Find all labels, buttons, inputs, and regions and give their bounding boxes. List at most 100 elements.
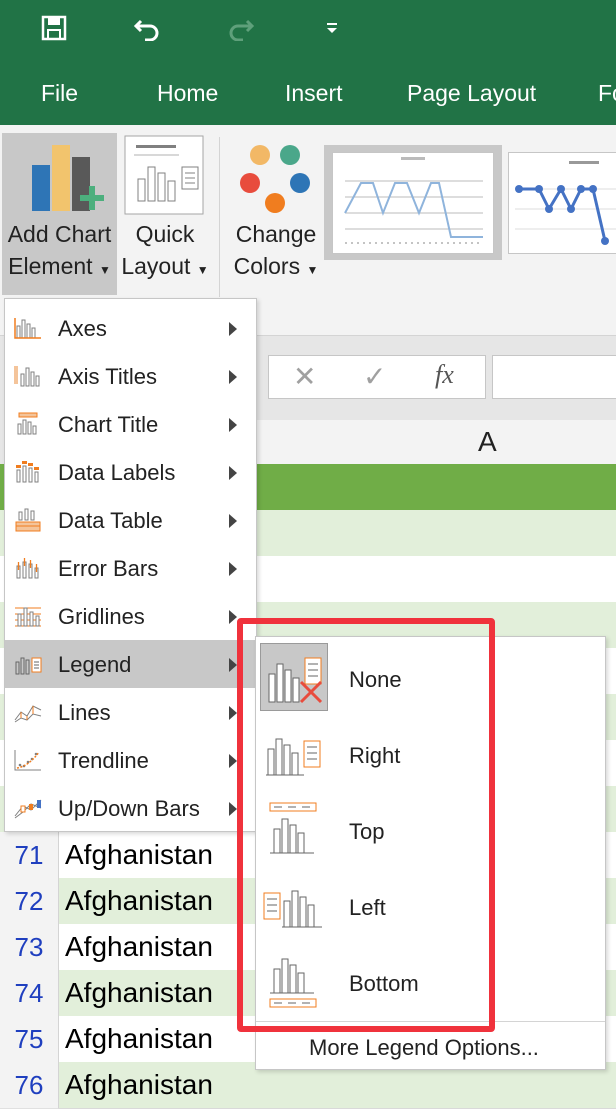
quick-layout-line1: Quick: [135, 221, 195, 247]
change-colors-line2: Colors: [233, 253, 301, 279]
more-legend-options-label: More Legend Options...: [309, 1035, 539, 1060]
formula-input[interactable]: [492, 355, 616, 399]
cancel-icon[interactable]: ✕: [293, 360, 316, 393]
chart-style-2[interactable]: [508, 152, 616, 254]
menu-item-up-down-bars[interactable]: Up/Down Bars: [5, 784, 256, 832]
dropdown-arrow-icon: ▼: [306, 263, 319, 277]
tab-page-layout[interactable]: Page Layout: [407, 80, 536, 107]
enter-icon[interactable]: ✓: [363, 360, 386, 393]
undo-icon[interactable]: [128, 10, 168, 46]
menu-item-label: Data Table: [58, 508, 163, 533]
menu-item-trendline[interactable]: Trendline: [5, 736, 256, 784]
axis-titles-icon: [14, 366, 40, 387]
legend-right-icon: [266, 738, 321, 776]
tab-formulas[interactable]: Fo: [598, 80, 616, 107]
submenu-arrow-icon: [229, 802, 237, 816]
gridlines-icon: [15, 607, 41, 627]
chart-style-1-preview: [332, 152, 494, 254]
menu-item-error-bars[interactable]: Error Bars: [5, 544, 256, 592]
menu-item-chart-title[interactable]: Chart Title: [5, 400, 256, 448]
row-number[interactable]: 75: [0, 1016, 59, 1063]
trendline-icon: [14, 750, 41, 771]
quick-layout-line2: Layout: [121, 253, 191, 279]
legend-option-label: Bottom: [349, 971, 419, 996]
legend-option-top[interactable]: Top: [256, 791, 605, 867]
submenu-arrow-icon: [229, 466, 237, 480]
lines-icon: [14, 705, 42, 723]
add-chart-element-line2: Element: [8, 253, 93, 279]
legend-option-left[interactable]: Left: [256, 867, 605, 943]
chart-title-icon: [17, 412, 38, 435]
change-colors-line1: Change: [235, 221, 317, 247]
column-header-a[interactable]: A: [256, 420, 616, 464]
insert-function-icon[interactable]: fx: [435, 360, 454, 390]
menu-item-axis-titles[interactable]: Axis Titles: [5, 352, 256, 400]
legend-option-none-tile: [260, 643, 328, 711]
legend-icon: [15, 657, 42, 675]
legend-top-icon: [269, 802, 317, 854]
ribbon-divider: [219, 137, 220, 297]
menu-item-axes[interactable]: Axes: [5, 304, 256, 352]
row-number[interactable]: 72: [0, 878, 59, 925]
add-chart-element-label: Add Chart Element ▼: [2, 218, 117, 286]
menu-item-data-labels[interactable]: Data Labels: [5, 448, 256, 496]
legend-option-left-tile: [260, 871, 328, 939]
quick-layout-label: Quick Layout ▼: [119, 218, 211, 286]
tab-file[interactable]: File: [41, 80, 78, 107]
quick-layout-button[interactable]: Quick Layout ▼: [119, 133, 211, 295]
error-bars-icon: [16, 558, 39, 579]
tab-insert[interactable]: Insert: [285, 80, 343, 107]
menu-item-label: Axis Titles: [58, 364, 158, 389]
ribbon-tabs: File Home Insert Page Layout Fo: [0, 58, 616, 125]
color-palette-icon: [240, 145, 310, 213]
change-colors-button[interactable]: Change Colors ▼: [228, 133, 324, 295]
submenu-arrow-icon: [229, 322, 237, 336]
redo-icon[interactable]: [220, 10, 260, 46]
legend-option-label: Left: [349, 895, 386, 920]
submenu-arrow-icon: [229, 706, 237, 720]
dropdown-arrow-icon: ▼: [196, 263, 209, 277]
menu-item-legend[interactable]: Legend: [5, 640, 256, 688]
row-number[interactable]: 73: [0, 924, 59, 971]
legend-none-icon: [268, 657, 323, 704]
chart-style-1[interactable]: [324, 145, 502, 260]
submenu-arrow-icon: [229, 754, 237, 768]
add-chart-element-button[interactable]: Add Chart Element ▼: [2, 133, 117, 295]
tab-home[interactable]: Home: [157, 80, 218, 107]
title-bar: [0, 0, 616, 58]
quick-layout-icon: [124, 135, 204, 215]
row-number[interactable]: 71: [0, 832, 59, 879]
menu-item-label: Lines: [58, 700, 111, 725]
legend-option-right[interactable]: Right: [256, 715, 605, 791]
menu-item-gridlines[interactable]: Gridlines: [5, 592, 256, 640]
row-number[interactable]: 74: [0, 970, 59, 1017]
submenu-arrow-icon: [229, 514, 237, 528]
menu-item-data-table[interactable]: Data Table: [5, 496, 256, 544]
formula-buttons: ✕ ✓ fx: [268, 355, 486, 399]
change-colors-label: Change Colors ▼: [228, 218, 324, 286]
menu-item-label: Data Labels: [58, 460, 176, 485]
save-icon[interactable]: [34, 10, 74, 46]
add-chart-element-menu: Axes Axis Titles Chart Title Data Labels…: [4, 298, 257, 832]
legend-bottom-icon: [269, 958, 317, 1008]
menu-item-label: Up/Down Bars: [58, 796, 200, 821]
submenu-arrow-icon: [229, 610, 237, 624]
legend-option-bottom-tile: [260, 947, 328, 1015]
line-chart-thumbnail: [344, 157, 483, 244]
legend-option-top-tile: [260, 795, 328, 863]
legend-option-bottom[interactable]: Bottom: [256, 943, 605, 1019]
menu-item-lines[interactable]: Lines: [5, 688, 256, 736]
customize-qat-icon[interactable]: [312, 10, 352, 46]
up-down-bars-icon: [14, 799, 42, 819]
marker-chart-thumbnail: [515, 161, 616, 245]
submenu-arrow-icon: [229, 562, 237, 576]
row-number[interactable]: 76: [0, 1062, 59, 1109]
legend-submenu: None Right Top Left Bottom More Legend O…: [255, 636, 606, 1070]
more-legend-options[interactable]: More Legend Options...: [256, 1027, 605, 1067]
legend-option-none[interactable]: None: [256, 639, 605, 715]
menu-item-label: Gridlines: [58, 604, 145, 629]
submenu-arrow-icon: [229, 418, 237, 432]
menu-item-label: Error Bars: [58, 556, 159, 581]
data-table-icon: [15, 508, 41, 532]
menu-item-label: Trendline: [58, 748, 149, 773]
